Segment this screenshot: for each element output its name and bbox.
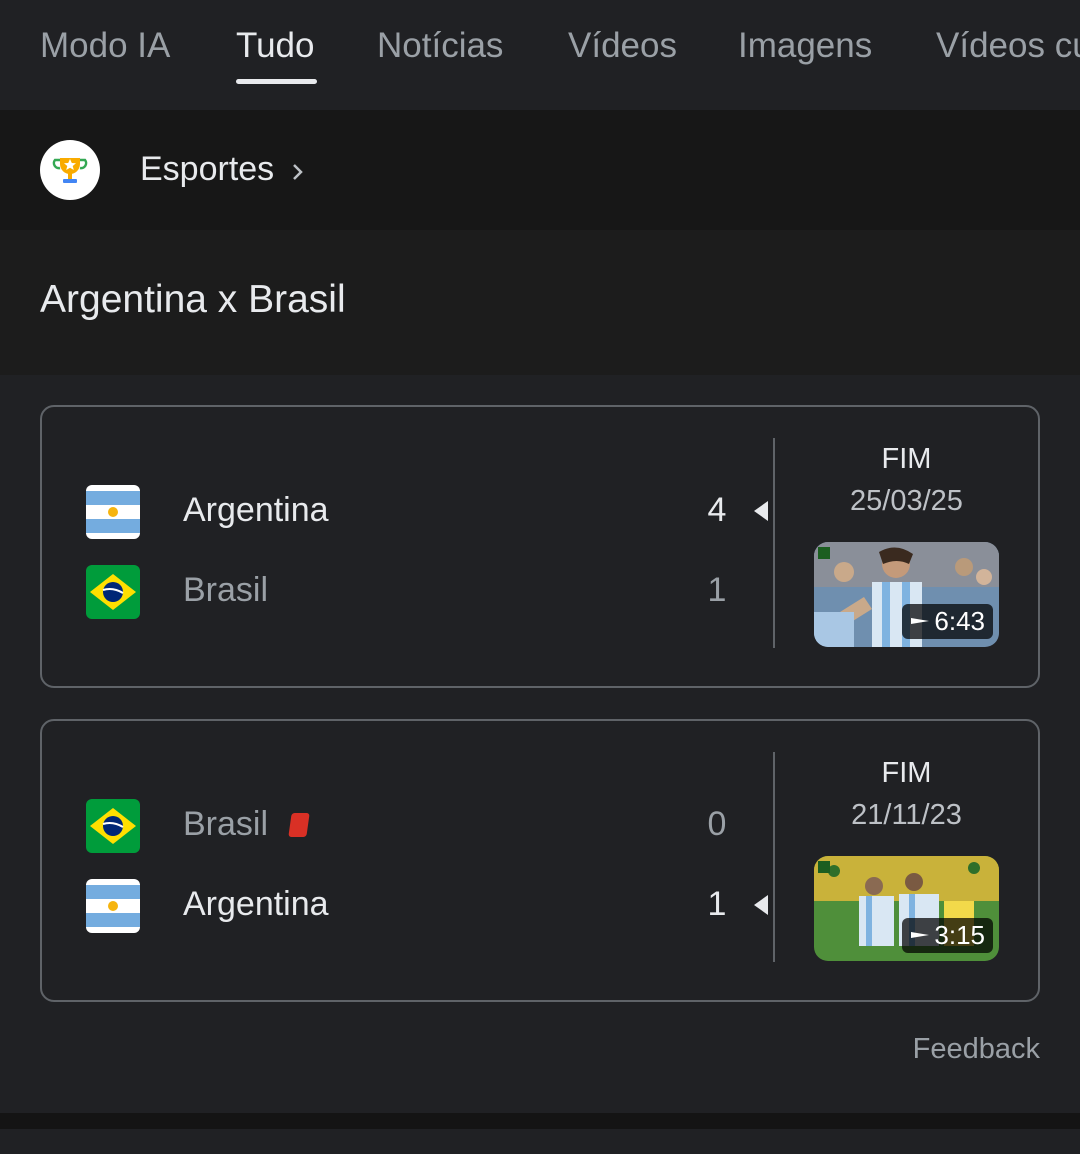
feedback-link[interactable]: Feedback	[913, 1033, 1040, 1066]
red-card-icon	[288, 813, 310, 837]
video-thumbnail[interactable]: 6:43	[814, 542, 999, 647]
team-score: 1	[707, 571, 727, 609]
match-date: 21/11/23	[851, 799, 962, 831]
team-name: Brasil	[183, 805, 269, 843]
match-card[interactable]: Argentina 4 Brasil 1 FIM 25/03/25 6:43	[40, 405, 1040, 688]
team-score: 4	[707, 491, 727, 529]
sports-label: Esportes	[140, 150, 275, 188]
argentina-flag-icon	[86, 879, 140, 933]
winner-arrow-icon	[754, 895, 768, 915]
video-duration: 6:43	[902, 604, 993, 639]
chevron-right-icon	[293, 164, 303, 180]
match-card[interactable]: Brasil 0 Argentina 1 FIM 21/11/23 3:15	[40, 719, 1040, 1002]
team-name: Brasil	[183, 571, 269, 609]
winner-arrow-icon	[754, 501, 768, 521]
match-status: FIM	[881, 443, 932, 475]
next-section-background	[0, 1129, 1080, 1154]
search-tabs: Modo IA Tudo Notícias Vídeos Imagens Víd…	[0, 0, 1080, 110]
trophy-icon	[40, 140, 100, 200]
tab-videos[interactable]: Vídeos	[568, 26, 677, 66]
team-score: 1	[707, 885, 727, 923]
page-title: Argentina x Brasil	[40, 278, 346, 321]
play-icon	[911, 618, 930, 624]
tab-imagens[interactable]: Imagens	[738, 26, 872, 66]
video-duration: 3:15	[902, 918, 993, 953]
brazil-flag-icon	[86, 565, 140, 619]
team-name: Argentina	[183, 491, 329, 529]
brazil-flag-icon	[86, 799, 140, 853]
argentina-flag-icon	[86, 485, 140, 539]
team-name: Argentina	[183, 885, 329, 923]
divider	[773, 752, 775, 962]
match-title-row: Argentina x Brasil	[0, 230, 1080, 375]
match-date: 25/03/25	[850, 485, 963, 517]
tab-noticias[interactable]: Notícias	[377, 26, 503, 66]
sports-link-row[interactable]: Esportes	[0, 110, 1080, 230]
tab-tudo[interactable]: Tudo	[236, 26, 314, 66]
match-status: FIM	[881, 757, 932, 789]
tab-modo-ia[interactable]: Modo IA	[40, 26, 170, 66]
video-thumbnail[interactable]: 3:15	[814, 856, 999, 961]
section-separator	[0, 1113, 1080, 1129]
team-score: 0	[707, 805, 727, 843]
active-tab-indicator	[236, 79, 317, 84]
tab-videos-curtos[interactable]: Vídeos cu	[936, 26, 1080, 66]
play-icon	[911, 932, 930, 938]
divider	[773, 438, 775, 648]
